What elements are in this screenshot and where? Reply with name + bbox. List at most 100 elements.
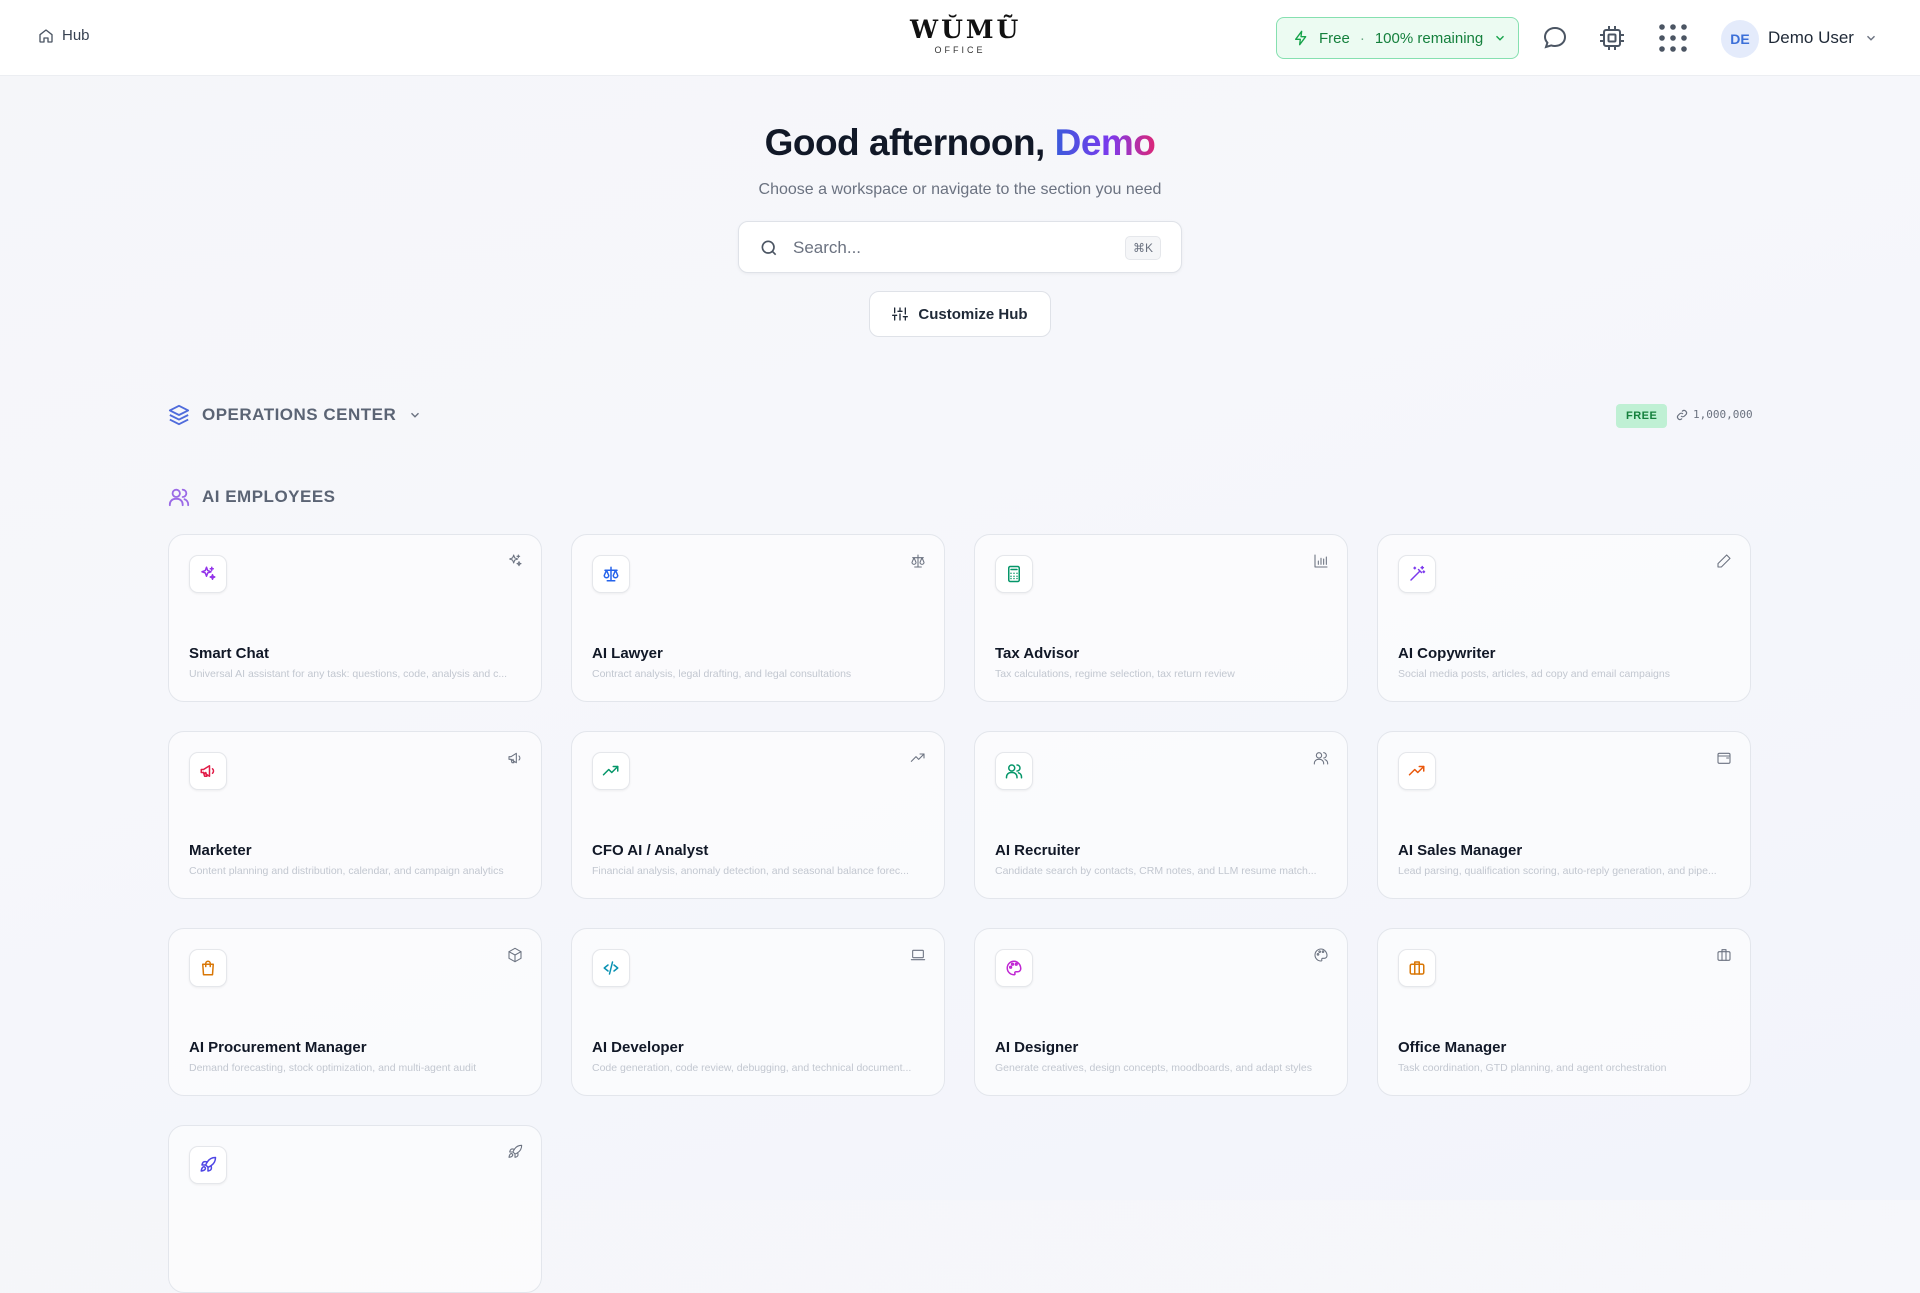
avatar[interactable]: DE bbox=[1721, 20, 1759, 58]
employee-card[interactable]: AI Sales Manager Lead parsing, qualificat… bbox=[1377, 731, 1751, 899]
code-icon bbox=[603, 961, 619, 975]
employee-card[interactable]: AI Copywriter Social media posts, article… bbox=[1377, 534, 1751, 702]
wallet-icon bbox=[1717, 752, 1731, 764]
wand-icon bbox=[1410, 565, 1426, 581]
hub-link[interactable]: Hub bbox=[38, 27, 90, 44]
card-corner-icon bbox=[1716, 553, 1732, 574]
employee-card[interactable]: AI Recruiter Candidate search by contacts… bbox=[974, 731, 1348, 899]
card-title: AI Copywriter bbox=[1398, 645, 1496, 662]
search-input[interactable] bbox=[793, 236, 1093, 260]
ai-employees-title: AI EMPLOYEES bbox=[168, 486, 336, 508]
card-description: Demand forecasting, stock optimization, … bbox=[189, 1062, 477, 1074]
plan-name: Free bbox=[1319, 29, 1350, 47]
megaphone-icon bbox=[200, 765, 215, 777]
plan-badge: FREE bbox=[1616, 404, 1668, 428]
logo-main: WŬMŨ bbox=[910, 15, 1022, 44]
card-title: CFO AI / Analyst bbox=[592, 842, 709, 859]
employee-card[interactable]: AI Procurement Manager Demand forecasting… bbox=[168, 928, 542, 1096]
laptop-icon bbox=[910, 949, 926, 961]
customize-hub-button[interactable]: Customize Hub bbox=[869, 291, 1051, 337]
pencil-icon bbox=[1717, 554, 1731, 568]
card-icon-box bbox=[189, 1146, 227, 1184]
card-corner-icon bbox=[1313, 947, 1329, 968]
card-icon-box bbox=[1398, 555, 1436, 593]
card-icon-box bbox=[995, 949, 1033, 987]
card-description: Social media posts, articles, ad copy an… bbox=[1398, 668, 1670, 680]
search-icon bbox=[761, 240, 777, 256]
card-title: Marketer bbox=[189, 842, 252, 859]
bar-chart-icon bbox=[1314, 554, 1328, 568]
plan-separator: · bbox=[1359, 29, 1365, 47]
employee-card[interactable]: AI Designer Generate creatives, design co… bbox=[974, 928, 1348, 1096]
card-corner-icon bbox=[507, 1144, 523, 1165]
rocket-icon bbox=[200, 1156, 217, 1172]
logo-sub: OFFICE bbox=[934, 45, 986, 55]
greeting: Good afternoon, Demo bbox=[0, 122, 1920, 164]
card-corner-icon bbox=[1313, 750, 1329, 771]
card-description: Generate creatives, design concepts, moo… bbox=[995, 1062, 1312, 1074]
top-bar: Hub WŬMŨ OFFICE Free · 100% remaining DE… bbox=[0, 0, 1920, 76]
card-icon-box bbox=[1398, 949, 1436, 987]
employee-card[interactable]: Tax Advisor Tax calculations, regime sele… bbox=[974, 534, 1348, 702]
card-icon-box bbox=[995, 555, 1033, 593]
lightning-icon bbox=[1295, 30, 1307, 46]
users-icon bbox=[1005, 764, 1023, 779]
employee-card[interactable]: AI Developer Code generation, code review… bbox=[571, 928, 945, 1096]
token-count: 1,000,000 bbox=[1693, 408, 1753, 421]
palette-icon bbox=[1314, 948, 1328, 962]
card-title: AI Sales Manager bbox=[1398, 842, 1523, 859]
card-title: Office Manager bbox=[1398, 1039, 1507, 1056]
card-icon-box bbox=[189, 752, 227, 790]
trending-up-icon bbox=[602, 765, 619, 776]
card-title: Smart Chat bbox=[189, 645, 270, 662]
card-description: Task coordination, GTD planning, and age… bbox=[1398, 1062, 1667, 1074]
briefcase-icon bbox=[1409, 961, 1425, 975]
apps-grid-icon[interactable] bbox=[1658, 23, 1688, 53]
plan-selector[interactable]: Free · 100% remaining bbox=[1276, 17, 1519, 59]
card-corner-icon bbox=[507, 947, 523, 968]
card-description: Code generation, code review, debugging,… bbox=[592, 1062, 912, 1074]
card-icon-box bbox=[592, 949, 630, 987]
megaphone-icon bbox=[508, 752, 521, 764]
calculator-icon bbox=[1008, 565, 1020, 583]
chevron-down-icon[interactable] bbox=[1864, 31, 1878, 45]
card-description: Universal AI assistant for any task: que… bbox=[189, 668, 508, 680]
chip-icon[interactable] bbox=[1598, 24, 1626, 52]
users-icon bbox=[168, 488, 190, 507]
card-icon-box bbox=[995, 752, 1033, 790]
user-name[interactable]: Demo User bbox=[1768, 28, 1854, 48]
chat-icon[interactable] bbox=[1541, 24, 1569, 52]
rocket-icon bbox=[508, 1144, 523, 1158]
card-corner-icon bbox=[910, 750, 926, 771]
trending-up-icon bbox=[910, 753, 925, 762]
card-title: AI Recruiter bbox=[995, 842, 1081, 859]
customize-hub-label: Customize Hub bbox=[918, 305, 1028, 323]
employee-card[interactable]: Office Manager Task coordination, GTD pla… bbox=[1377, 928, 1751, 1096]
card-icon-box bbox=[592, 555, 630, 593]
ai-employees-label: AI EMPLOYEES bbox=[202, 487, 336, 506]
employee-card[interactable]: AI Lawyer Contract analysis, legal drafti… bbox=[571, 534, 945, 702]
operations-center-toggle[interactable]: OPERATIONS CENTER bbox=[168, 404, 422, 426]
package-icon bbox=[508, 947, 522, 963]
scale-icon bbox=[603, 566, 619, 582]
sparkles-icon bbox=[509, 554, 522, 567]
logo[interactable]: WŬMŨ OFFICE bbox=[910, 15, 1022, 56]
employee-card[interactable]: Marketer Content planning and distributio… bbox=[168, 731, 542, 899]
card-corner-icon bbox=[1313, 553, 1329, 574]
card-description: Candidate search by contacts, CRM notes,… bbox=[995, 865, 1317, 877]
operations-center-title: OPERATIONS CENTER bbox=[202, 405, 397, 424]
users-icon bbox=[1313, 752, 1329, 765]
card-description: Financial analysis, anomaly detection, a… bbox=[592, 865, 909, 877]
chevron-down-icon bbox=[1496, 35, 1505, 41]
card-title: AI Developer bbox=[592, 1039, 684, 1056]
search-box[interactable]: ⌘K bbox=[738, 221, 1182, 273]
scale-icon bbox=[911, 554, 925, 568]
trending-up-icon bbox=[1408, 765, 1425, 776]
employee-card[interactable]: Smart Chat Universal AI assistant for any… bbox=[168, 534, 542, 702]
employee-card[interactable]: CFO AI / Analyst Financial analysis, anom… bbox=[571, 731, 945, 899]
card-title: Tax Advisor bbox=[995, 645, 1080, 662]
employee-card[interactable] bbox=[168, 1125, 542, 1293]
layers-icon bbox=[168, 404, 190, 426]
card-description: Tax calculations, regime selection, tax … bbox=[995, 668, 1235, 680]
briefcase-icon bbox=[1717, 949, 1731, 961]
